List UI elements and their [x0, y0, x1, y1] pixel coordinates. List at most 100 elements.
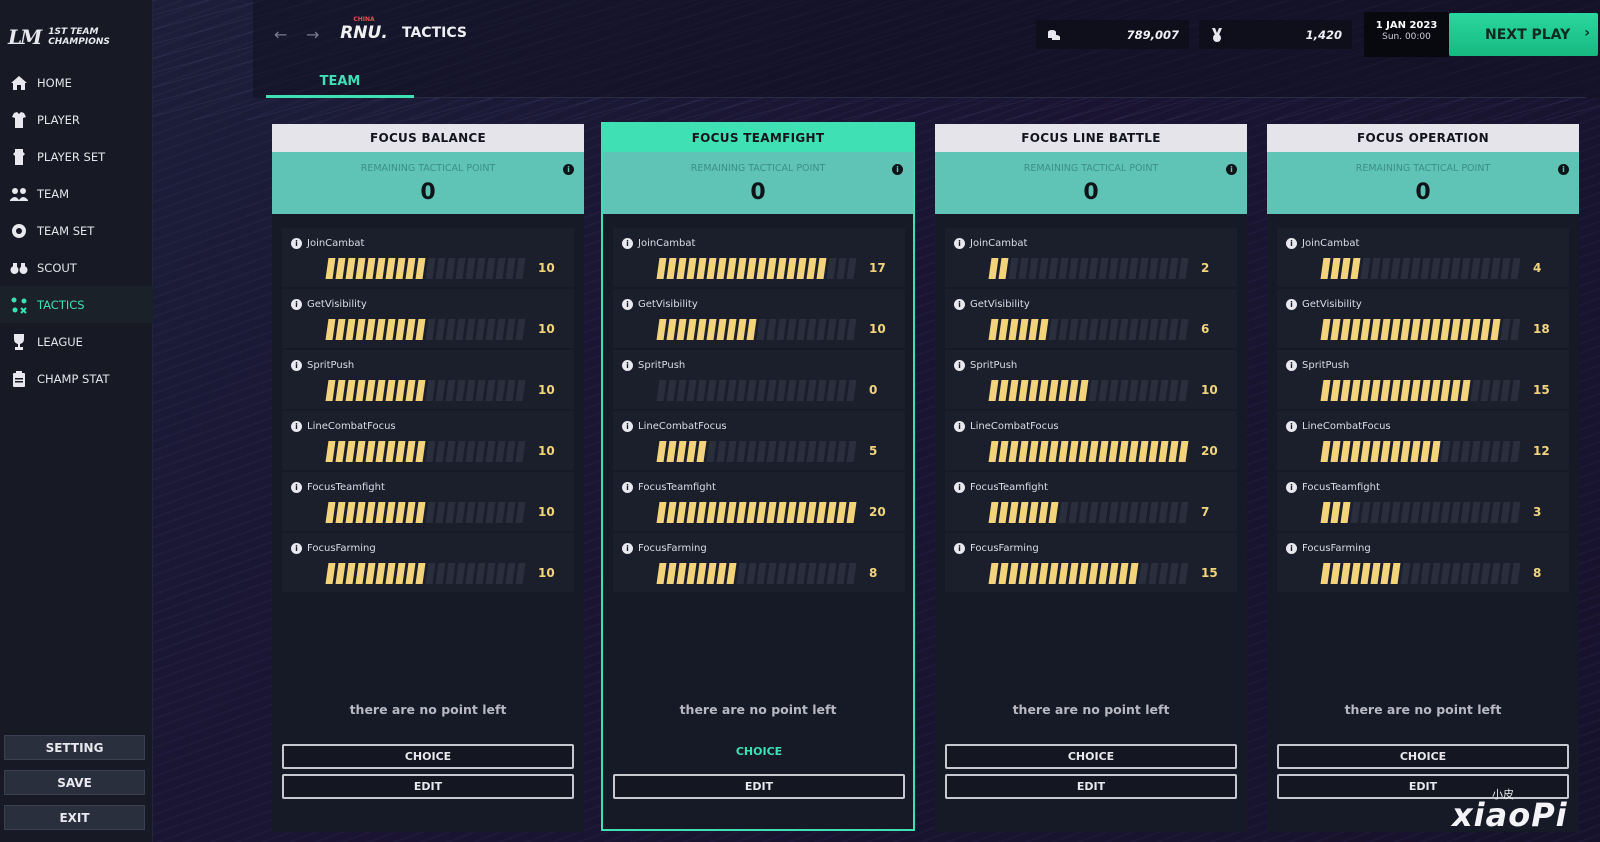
choice-button[interactable]: CHOICE — [1277, 744, 1569, 769]
info-icon[interactable]: i — [954, 360, 965, 371]
bar-segment — [1078, 258, 1089, 279]
attribute-bar[interactable] — [325, 563, 529, 584]
sidebar-item-champ-stat[interactable]: CHAMP STAT — [0, 360, 153, 397]
info-icon[interactable]: i — [1226, 164, 1237, 175]
forward-arrow-icon[interactable]: → — [306, 25, 319, 44]
bar-segment — [505, 258, 516, 279]
attribute-bar[interactable] — [988, 563, 1192, 584]
attribute-bar[interactable] — [1320, 380, 1524, 401]
info-icon[interactable]: i — [892, 164, 903, 175]
tactic-card[interactable]: FOCUS BALANCE REMAINING TACTICAL POINT 0 i i… — [272, 124, 584, 832]
attribute-label: LineCombatFocus — [307, 421, 396, 432]
attribute-bar[interactable] — [1320, 319, 1524, 340]
choice-button[interactable]: CHOICE — [613, 739, 905, 764]
tactic-attribute-row: i LineCombatFocus 5 — [613, 411, 905, 470]
attribute-bar[interactable] — [1320, 441, 1524, 462]
info-icon[interactable]: i — [291, 360, 302, 371]
tactic-card[interactable]: FOCUS LINE BATTLE REMAINING TACTICAL POIN… — [935, 124, 1247, 832]
attribute-bar[interactable] — [325, 319, 529, 340]
edit-button[interactable]: EDIT — [613, 774, 905, 799]
attribute-label: JoinCambat — [638, 238, 696, 249]
attribute-bar[interactable] — [656, 563, 860, 584]
info-icon[interactable]: i — [622, 238, 633, 249]
attribute-bar[interactable] — [988, 319, 1192, 340]
bar-segment — [385, 502, 396, 523]
edit-button[interactable]: EDIT — [282, 774, 574, 799]
bar-segment — [1480, 380, 1491, 401]
info-icon[interactable]: i — [954, 482, 965, 493]
info-icon[interactable]: i — [1286, 482, 1297, 493]
info-icon[interactable]: i — [563, 164, 574, 175]
attribute-bar[interactable] — [988, 441, 1192, 462]
info-icon[interactable]: i — [622, 421, 633, 432]
sidebar-item-player-set[interactable]: PLAYER SET — [0, 138, 153, 175]
attribute-name: i JoinCambat — [954, 238, 1027, 249]
info-icon[interactable]: i — [291, 299, 302, 310]
bar-segment — [1370, 563, 1381, 584]
bar-segment — [1048, 441, 1059, 462]
tactic-card[interactable]: FOCUS OPERATION REMAINING TACTICAL POINT 0… — [1267, 124, 1579, 832]
attribute-bar[interactable] — [656, 258, 860, 279]
choice-button[interactable]: CHOICE — [945, 744, 1237, 769]
attribute-bar[interactable] — [988, 380, 1192, 401]
bar-segment — [836, 563, 847, 584]
sidebar-item-team[interactable]: TEAM — [0, 175, 153, 212]
tactic-card-title: FOCUS LINE BATTLE — [935, 124, 1247, 152]
back-arrow-icon[interactable]: ← — [274, 25, 287, 44]
info-icon[interactable]: i — [1286, 299, 1297, 310]
bar-segment — [766, 258, 777, 279]
sidebar-item-tactics[interactable]: TACTICS — [0, 286, 153, 323]
attribute-bar[interactable] — [325, 258, 529, 279]
info-icon[interactable]: i — [1286, 421, 1297, 432]
tab-team[interactable]: TEAM — [266, 74, 414, 89]
info-icon[interactable]: i — [954, 238, 965, 249]
info-icon[interactable]: i — [1286, 360, 1297, 371]
sidebar-item-player[interactable]: PLAYER — [0, 101, 153, 138]
attribute-bar[interactable] — [656, 319, 860, 340]
tactic-attribute-row: i FocusTeamfight 20 — [613, 472, 905, 531]
bar-segment — [425, 380, 436, 401]
attribute-bar[interactable] — [988, 258, 1192, 279]
attribute-bar[interactable] — [325, 441, 529, 462]
info-icon[interactable]: i — [291, 543, 302, 554]
bar-segment — [1028, 502, 1039, 523]
save-button[interactable]: SAVE — [4, 770, 145, 795]
info-icon[interactable]: i — [291, 421, 302, 432]
attribute-bar[interactable] — [325, 502, 529, 523]
attribute-bar[interactable] — [656, 502, 860, 523]
exit-button[interactable]: EXIT — [4, 805, 145, 830]
attribute-bar[interactable] — [656, 441, 860, 462]
attribute-bar[interactable] — [656, 380, 860, 401]
info-icon[interactable]: i — [954, 543, 965, 554]
attribute-bar[interactable] — [325, 380, 529, 401]
bar-segment — [846, 380, 857, 401]
info-icon[interactable]: i — [1286, 543, 1297, 554]
sidebar-item-home[interactable]: HOME — [0, 64, 153, 101]
bar-segment — [836, 258, 847, 279]
info-icon[interactable]: i — [622, 360, 633, 371]
choice-button[interactable]: CHOICE — [282, 744, 574, 769]
bar-segment — [385, 563, 396, 584]
attribute-label: JoinCambat — [1302, 238, 1360, 249]
edit-button[interactable]: EDIT — [945, 774, 1237, 799]
info-icon[interactable]: i — [954, 421, 965, 432]
info-icon[interactable]: i — [291, 482, 302, 493]
bar-segment — [1098, 319, 1109, 340]
info-icon[interactable]: i — [291, 238, 302, 249]
sidebar-item-scout[interactable]: SCOUT — [0, 249, 153, 286]
attribute-bar[interactable] — [1320, 502, 1524, 523]
info-icon[interactable]: i — [954, 299, 965, 310]
setting-button[interactable]: SETTING — [4, 735, 145, 760]
attribute-bar[interactable] — [1320, 563, 1524, 584]
info-icon[interactable]: i — [1558, 164, 1569, 175]
attribute-bar[interactable] — [1320, 258, 1524, 279]
info-icon[interactable]: i — [622, 482, 633, 493]
info-icon[interactable]: i — [622, 299, 633, 310]
sidebar-item-league[interactable]: LEAGUE — [0, 323, 153, 360]
sidebar-item-team-set[interactable]: TEAM SET — [0, 212, 153, 249]
tactic-card[interactable]: FOCUS TEAMFIGHT REMAINING TACTICAL POINT 0… — [601, 122, 915, 831]
attribute-bar[interactable] — [988, 502, 1192, 523]
next-play-button[interactable]: NEXT PLAY › — [1449, 13, 1598, 56]
info-icon[interactable]: i — [622, 543, 633, 554]
info-icon[interactable]: i — [1286, 238, 1297, 249]
